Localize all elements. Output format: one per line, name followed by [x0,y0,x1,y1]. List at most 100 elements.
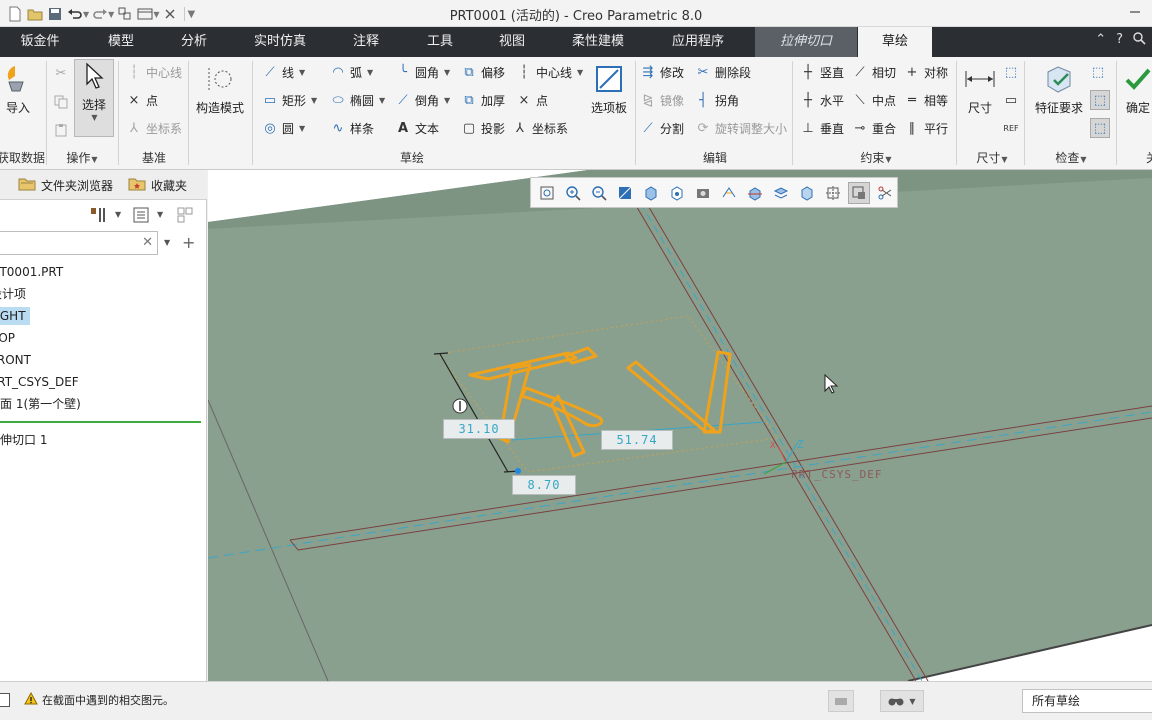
tab-folder-browser[interactable]: 文件夹浏览器 [18,176,113,195]
sketch-point-button[interactable]: × 点 [516,90,548,110]
sketcher-display-filter-icon[interactable] [848,181,870,204]
view-manager-icon[interactable] [692,182,714,204]
divide-button[interactable]: ⟋ 分割 [640,118,684,138]
display-style-icon[interactable] [640,182,662,204]
saved-orientations-icon[interactable] [666,182,688,204]
tree-show-icon[interactable] [132,206,150,227]
symmetric-constraint-button[interactable]: + 对称 [904,62,948,82]
find-button[interactable]: ▼ [880,690,924,712]
repaint-icon[interactable] [614,182,636,204]
clear-search-icon[interactable]: ✕ [142,235,153,250]
delete-segment-button[interactable]: ✂ 删除段 [695,62,751,82]
shade-closed-loops-icon[interactable]: ⬚ [1090,118,1110,138]
search-options-dropdown-icon[interactable]: ▼ [164,238,170,247]
datum-csys-button[interactable]: ⅄ 坐标系 [126,118,182,138]
zoom-out-icon[interactable] [588,182,610,204]
dimension-height-value[interactable]: 31.10 [443,419,515,439]
horizontal-constraint-button[interactable]: ┼ 水平 [800,90,844,110]
selection-filter-select[interactable]: 所有草绘 [1022,689,1152,713]
tab-extrude-cut[interactable]: 拉伸切口 [755,27,857,57]
tab-view[interactable]: 视图 [478,27,546,57]
corner-button[interactable]: ┤ 拐角 [695,90,739,110]
midpoint-constraint-button[interactable]: ⟍ 中点 [852,90,896,110]
refit-icon[interactable] [536,182,558,204]
tree-settings-icon[interactable] [88,206,106,227]
equal-constraint-button[interactable]: ═ 相等 [904,90,948,110]
sketch-tools-icon[interactable] [874,182,896,204]
add-icon[interactable]: + [182,233,195,252]
tangent-constraint-button[interactable]: ⟋ 相切 [852,62,896,82]
rectangle-button[interactable]: ▭ 矩形 ▼ [262,90,317,110]
tree-item-right-plane[interactable]: RIGHT [0,307,30,325]
select-button[interactable]: 选择 ▼ [74,59,114,137]
tree-item-part[interactable]: RT0001.PRT [0,263,63,281]
tree-item-top-plane[interactable]: TOP [0,329,15,347]
feature-requirements-button[interactable]: 特征要求 [1030,63,1088,116]
panel-toggle-icon[interactable] [0,693,10,707]
ok-button[interactable]: 确定 [1120,63,1152,116]
perspective-icon[interactable] [718,182,740,204]
tree-item-design-items[interactable]: 设计项 [0,285,26,303]
dimension-tool-2-icon[interactable]: ▭ [1003,90,1019,110]
mirror-button[interactable]: ⧎ 镜像 [640,90,684,110]
copy-icon[interactable] [53,92,69,112]
tree-item-extrude-cut[interactable]: 拉伸切口 1 [0,431,47,449]
tab-analysis[interactable]: 分析 [160,27,228,57]
ellipse-button[interactable]: ⬭ 椭圆 ▼ [330,90,385,110]
tab-sheetmetal[interactable]: 钣金件 [0,27,80,57]
tree-show-dropdown-icon[interactable]: ▼ [157,210,163,219]
tab-model[interactable]: 模型 [86,27,156,57]
paste-icon[interactable] [53,120,69,140]
highlight-open-ends-icon[interactable]: ⬚ [1090,62,1106,82]
dimension-button[interactable]: 尺寸 [960,63,1000,116]
help-icon[interactable]: ? [1116,32,1123,49]
datum-point-button[interactable]: × 点 [126,90,158,110]
tab-sketch[interactable]: 草绘 [858,27,932,57]
tab-flexible-modeling[interactable]: 柔性建模 [556,27,640,57]
tab-favorites[interactable]: 收藏夹 [128,176,187,195]
tree-item-planar-wall[interactable]: 平面 1(第一个壁) [0,395,81,413]
tree-item-csys[interactable]: PRT_CSYS_DEF [0,373,79,391]
arc-button[interactable]: ◠ 弧 ▼ [330,62,373,82]
regen-status-icon[interactable] [828,690,854,712]
rotate-resize-button[interactable]: ⟳ 旋转调整大小 [695,118,787,138]
tab-live-simulation[interactable]: 实时仿真 [238,27,322,57]
circle-button[interactable]: ◎ 圆 ▼ [262,118,305,138]
tree-settings-dropdown-icon[interactable]: ▼ [115,210,121,219]
tree-filter-icon[interactable] [176,206,196,227]
palette-button[interactable]: 选项板 [586,63,632,116]
dimension-width-value[interactable]: 51.74 [601,430,673,450]
modify-button[interactable]: ⇶ 修改 [640,62,684,82]
cut-icon[interactable]: ✂ [53,63,69,83]
zoom-in-icon[interactable] [562,182,584,204]
spline-button[interactable]: ∿ 样条 [330,118,374,138]
datum-centerline-button[interactable]: ┆ 中心线 [126,62,182,82]
vertical-constraint-button[interactable]: ┼ 竖直 [800,62,844,82]
minimize-icon[interactable] [1124,2,1146,22]
tree-search-input[interactable]: ✕ [0,231,158,255]
find-dropdown-icon[interactable]: ▼ [909,697,915,706]
import-button[interactable]: 导入 [0,63,36,116]
chamfer-button[interactable]: ⟋ 倒角 ▼ [395,90,450,110]
perpendicular-constraint-button[interactable]: ⊥ 垂直 [800,118,844,138]
sketch-csys-button[interactable]: ⅄ 坐标系 [512,118,568,138]
fillet-button[interactable]: ╰ 圆角 ▼ [395,62,450,82]
search-icon[interactable] [1133,32,1146,49]
reference-dimension-icon[interactable]: REF [1003,118,1019,138]
overlapping-geometry-icon[interactable]: ⬚ [1090,90,1110,110]
construction-mode-button[interactable]: 构造模式 [193,63,247,116]
tree-item-front-plane[interactable]: FRONT [0,351,31,369]
project-button[interactable]: ▢ 投影 [461,118,505,138]
sketch-view-icon[interactable] [822,182,844,204]
spin-center-icon[interactable] [796,182,818,204]
select-dropdown-icon[interactable]: ▼ [91,113,97,122]
sketch-centerline-button[interactable]: ┆ 中心线 ▼ [516,62,583,82]
datum-display-icon[interactable] [770,182,792,204]
graphics-window[interactable]: 31.10 51.74 8.70 PRT_CSYS_DEF Z X [208,170,1152,681]
tab-applications[interactable]: 应用程序 [656,27,740,57]
dimension-tool-1-icon[interactable]: ⬚ [1003,62,1019,82]
tab-annotate[interactable]: 注释 [332,27,400,57]
offset-button[interactable]: ⧉ 偏移 [461,62,505,82]
coincident-constraint-button[interactable]: ⊸ 重合 [852,118,896,138]
collapse-ribbon-icon[interactable]: ⌃ [1095,32,1106,49]
